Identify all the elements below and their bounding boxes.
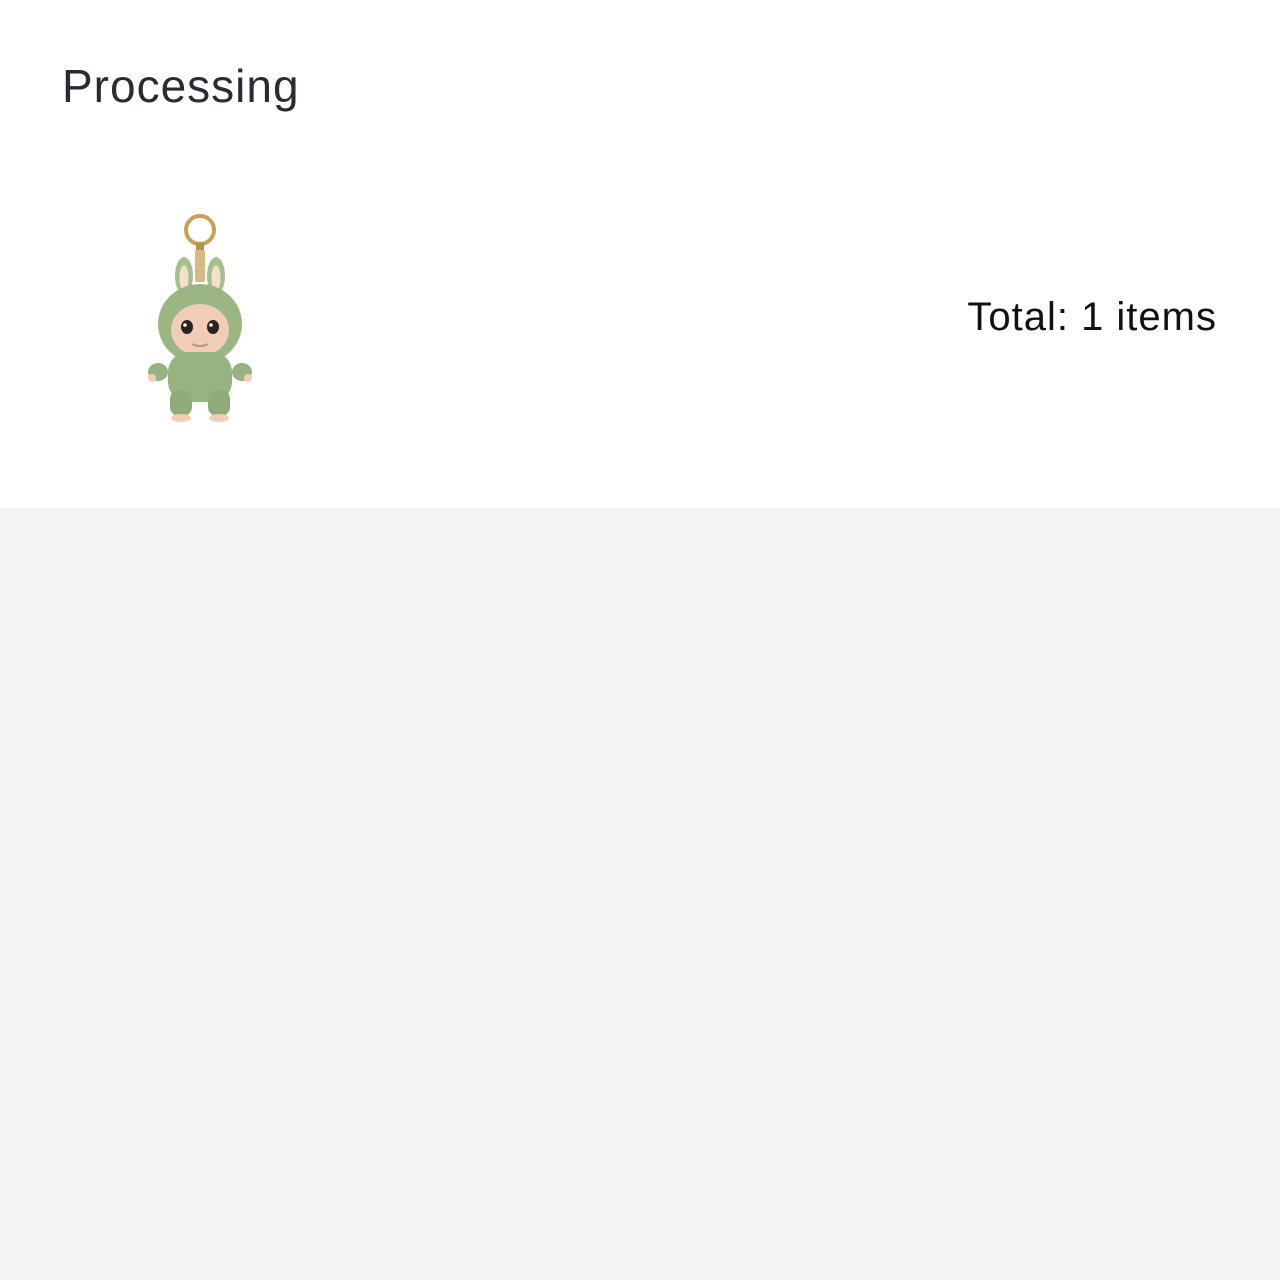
plush-keychain-doll-icon: [148, 214, 252, 422]
order-total-items: Total: 1 items: [967, 295, 1217, 339]
order-card[interactable]: Processing Total: 1 items: [0, 0, 1280, 508]
order-item-row[interactable]: Total: 1 items: [0, 200, 1280, 430]
page-background: [0, 508, 1280, 1280]
order-status-title: Processing: [62, 60, 300, 112]
